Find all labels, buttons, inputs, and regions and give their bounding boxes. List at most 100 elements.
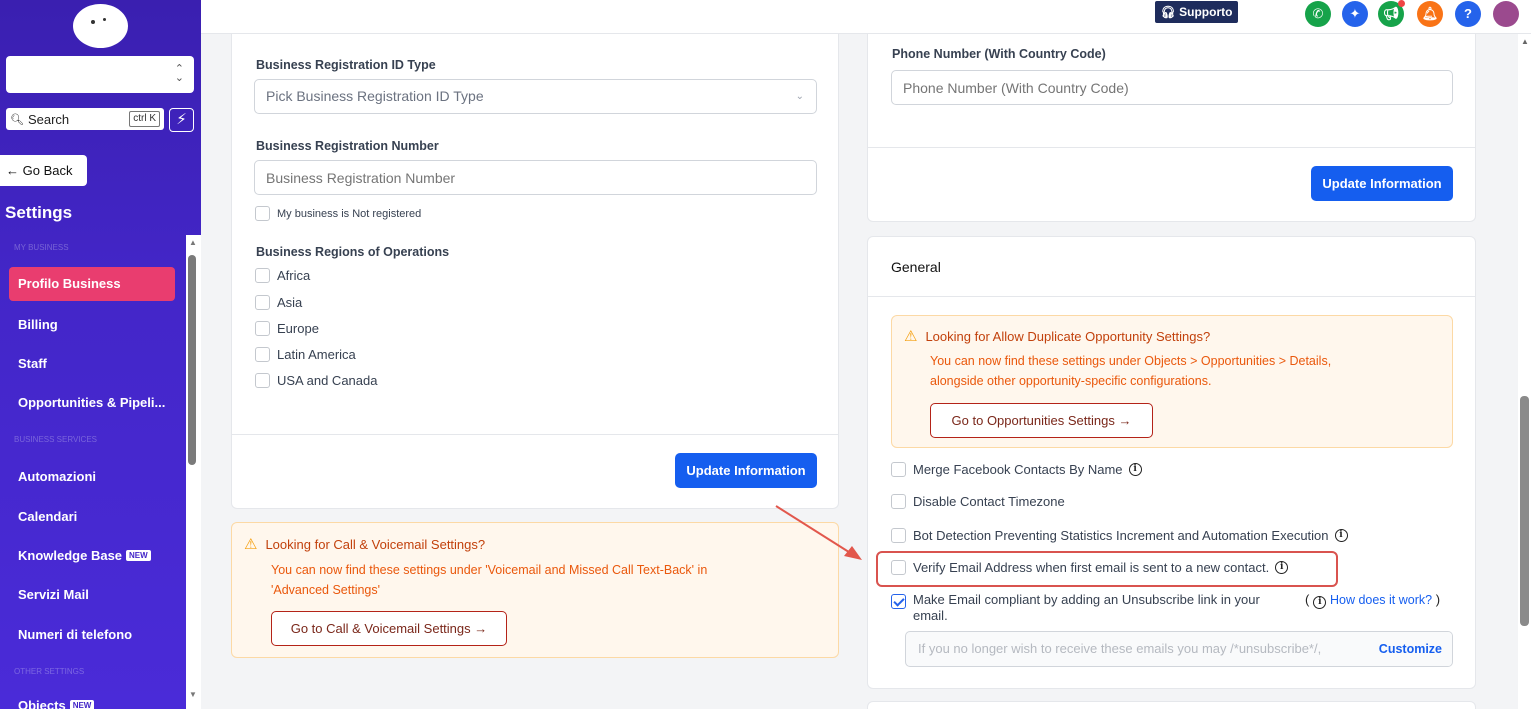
scroll-down-icon[interactable]: ▼ (189, 690, 197, 699)
arrow-line (775, 505, 853, 555)
divider (232, 434, 838, 435)
region-latin-america[interactable]: Latin America (255, 347, 356, 362)
sidebar-item-profilo-business[interactable]: Profilo Business (9, 267, 175, 301)
sidebar-item-servizi-mail[interactable]: Servizi Mail (18, 587, 89, 602)
checkbox[interactable] (891, 494, 906, 509)
sidebar-item-automazioni[interactable]: Automazioni (18, 469, 96, 484)
help-icon[interactable]: ? (1455, 1, 1481, 27)
section-business-services: BUSINESS SERVICES (14, 435, 97, 444)
general-title: General (891, 259, 941, 275)
not-registered-checkbox[interactable] (255, 206, 270, 221)
merge-facebook-option[interactable]: Merge Facebook Contacts By Name i (891, 462, 1142, 477)
update-information-button[interactable]: Update Information (675, 453, 817, 488)
checkbox[interactable] (255, 347, 270, 362)
phone-input[interactable] (891, 70, 1453, 105)
main-scrollbar[interactable]: ▲ (1518, 34, 1531, 709)
alert-line: 'Advanced Settings' (271, 583, 381, 597)
checkbox-label: Europe (277, 321, 319, 336)
bell-icon[interactable]: 🔔︎ (1417, 1, 1443, 27)
notification-dot (1398, 0, 1405, 7)
quick-actions-button[interactable]: ⚡︎ (169, 108, 194, 132)
account-switcher[interactable]: ⌃ ⌄ (6, 56, 194, 93)
next-card (867, 701, 1476, 709)
go-back-button[interactable]: ← Go Back (0, 155, 87, 186)
checkbox[interactable] (255, 295, 270, 310)
scroll-up-icon[interactable]: ▲ (189, 238, 197, 247)
company-logo[interactable] (73, 4, 128, 48)
unsubscribe-text-input[interactable]: If you no longer wish to receive these e… (905, 631, 1453, 667)
sidebar-item-staff[interactable]: Staff (18, 356, 47, 371)
disable-timezone-option[interactable]: Disable Contact Timezone (891, 494, 1065, 509)
sidebar-item-calendari[interactable]: Calendari (18, 509, 77, 524)
alert-line: alongside other opportunity-specific con… (930, 374, 1212, 388)
scroll-up-icon[interactable]: ▲ (1521, 37, 1529, 46)
how-it-works: (i How does it work? ) (1305, 592, 1440, 609)
customize-button[interactable]: Customize (1372, 632, 1452, 666)
region-usa-canada[interactable]: USA and Canada (255, 373, 377, 388)
sidebar-item-opportunities[interactable]: Opportunities & Pipeli... (18, 395, 165, 410)
go-to-opportunities-settings-button[interactable]: Go to Opportunities Settings → (930, 403, 1153, 438)
how-does-it-work-link[interactable]: How does it work? (1330, 593, 1432, 607)
checkbox[interactable] (891, 462, 906, 477)
reg-id-type-select[interactable]: Pick Business Registration ID Type ⌄ (254, 79, 817, 114)
phone-icon[interactable]: ✆ (1305, 1, 1331, 27)
search-label: Search (27, 111, 70, 127)
sidebar-item-knowledge-base[interactable]: Knowledge Base NEW (18, 548, 151, 563)
reg-number-label: Business Registration Number (256, 139, 439, 153)
reg-number-input[interactable] (254, 160, 817, 195)
checkbox[interactable] (255, 373, 270, 388)
arrow-head (844, 546, 862, 560)
new-badge: NEW (126, 550, 151, 561)
unsubscribe-option[interactable]: Make Email compliant by adding an Unsubs… (891, 592, 1260, 624)
phone-label: Phone Number (With Country Code) (892, 47, 1106, 61)
region-asia[interactable]: Asia (255, 295, 302, 310)
top-bar: 🎧︎ Supporto ✆ ✦ 📢︎ 🔔︎ ? (201, 0, 1531, 34)
section-my-business: MY BUSINESS (14, 243, 69, 252)
checkbox-label: Latin America (277, 347, 356, 362)
info-icon[interactable]: i (1334, 529, 1348, 542)
update-information-button[interactable]: Update Information (1311, 166, 1453, 201)
not-registered-row[interactable]: My business is Not registered (255, 206, 421, 221)
highlight-annotation (876, 551, 1338, 587)
checkbox-label: Disable Contact Timezone (913, 494, 1065, 509)
search-input[interactable]: 🔍︎ Search ctrl K (6, 108, 164, 130)
divider (868, 296, 1475, 297)
arrow-right-icon: → (474, 621, 488, 636)
checkbox-label: Asia (277, 295, 303, 310)
region-europe[interactable]: Europe (255, 321, 319, 336)
scrollbar-thumb[interactable] (188, 255, 196, 465)
alert-title-text: Looking for Allow Duplicate Opportunity … (925, 329, 1211, 344)
bolt-icon: ⚡︎ (176, 111, 187, 128)
chevron-updown-icon: ⌃ ⌄ (174, 63, 184, 84)
sidebar-item-label: Objects (18, 698, 66, 709)
go-to-call-settings-button[interactable]: Go to Call & Voicemail Settings → (271, 611, 507, 646)
paren: ) (1435, 592, 1441, 607)
checkbox[interactable] (891, 528, 906, 543)
chevron-down-icon: ⌄ (795, 91, 804, 102)
bot-detection-option[interactable]: Bot Detection Preventing Statistics Incr… (891, 528, 1348, 543)
alert-line: You can now find these settings under 'V… (271, 563, 708, 577)
checkbox[interactable] (255, 321, 270, 336)
sidebar-item-billing[interactable]: Billing (18, 317, 58, 332)
sidebar-item-numeri-telefono[interactable]: Numeri di telefono (18, 627, 132, 642)
sidebar: ⌃ ⌄ 🔍︎ Search ctrl K ⚡︎ ← Go Back Setting… (0, 0, 201, 709)
checkbox-label: Make Email compliant by adding an Unsubs… (913, 592, 1260, 624)
sidebar-scrollbar[interactable]: ▲ ▼ (186, 235, 201, 709)
divider (868, 147, 1475, 148)
checkbox-checked[interactable] (891, 594, 906, 609)
button-label: Go to Call & Voicemail Settings (290, 621, 471, 636)
sparkle-icon[interactable]: ✦ (1342, 1, 1368, 27)
scrollbar-thumb[interactable] (1520, 396, 1529, 626)
info-icon[interactable]: i (1313, 596, 1327, 609)
avatar[interactable] (1493, 1, 1519, 27)
sidebar-item-objects[interactable]: Objects NEW (18, 698, 95, 709)
support-button[interactable]: 🎧︎ Supporto (1155, 1, 1238, 23)
region-africa[interactable]: Africa (255, 268, 310, 283)
checkbox[interactable] (255, 268, 270, 283)
settings-title: Settings (5, 203, 73, 222)
new-badge: NEW (69, 700, 95, 709)
info-icon[interactable]: i (1128, 463, 1142, 476)
checkbox-label: My business is Not registered (277, 207, 422, 220)
checkbox-label: Merge Facebook Contacts By Name (913, 462, 1123, 477)
alert-title-text: Looking for Call & Voicemail Settings? (265, 537, 486, 552)
